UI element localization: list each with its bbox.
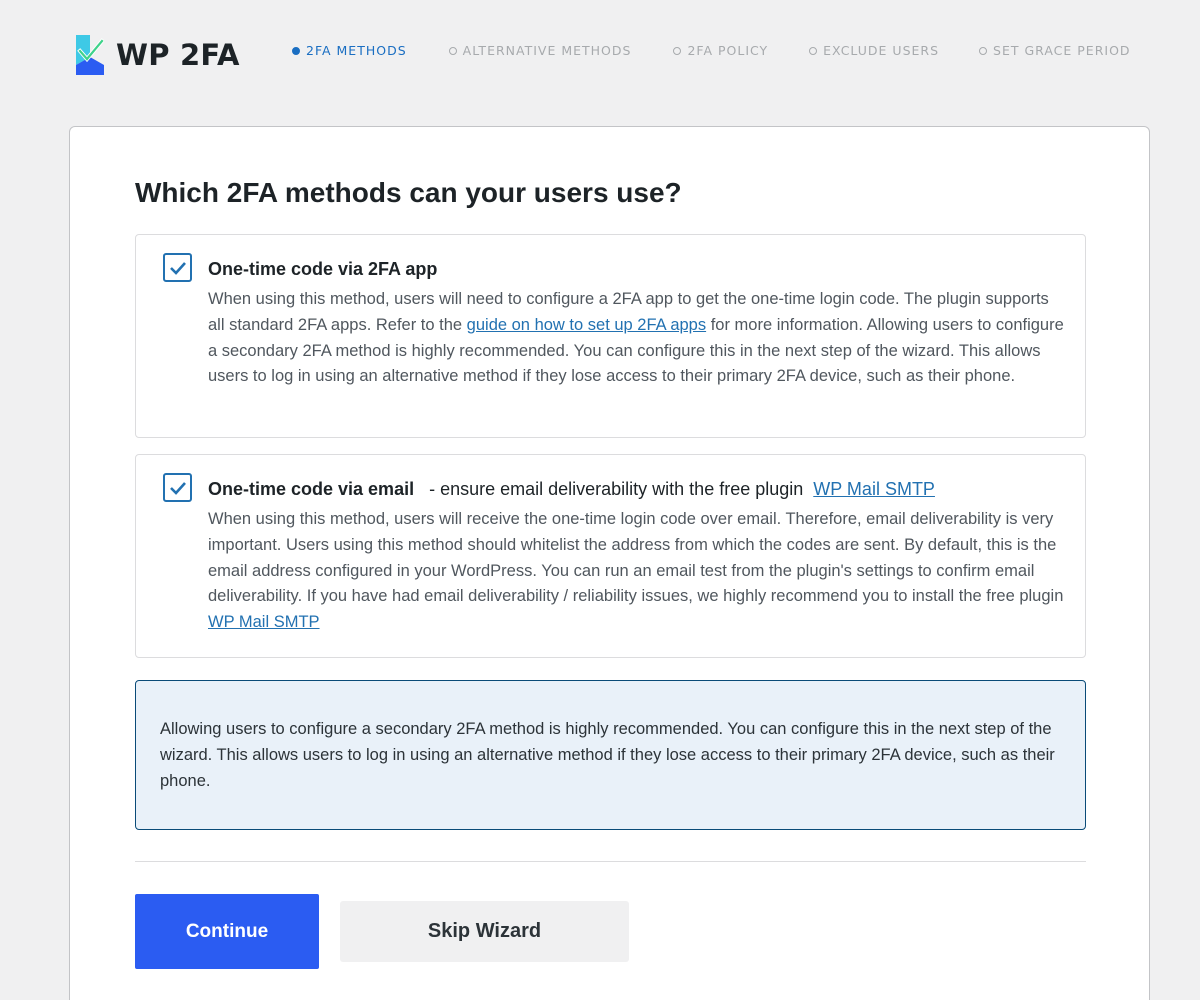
method-description-text: When using this method, users will recei… <box>208 510 1064 606</box>
method-description: When using this method, users will need … <box>208 287 1068 390</box>
step-set-grace-period[interactable]: SET GRACE PERIOD <box>979 43 1131 58</box>
step-exclude-users[interactable]: EXCLUDE USERS <box>809 43 939 58</box>
step-label: 2FA METHODS <box>306 43 407 58</box>
wp2fa-logo-icon <box>76 35 104 75</box>
checkmark-icon <box>169 261 186 275</box>
wizard-card: Which 2FA methods can your users use? On… <box>69 126 1150 1000</box>
step-label: SET GRACE PERIOD <box>993 43 1131 58</box>
dot-icon <box>979 46 988 55</box>
method-title-text: One-time code via email <box>208 479 415 499</box>
dot-icon <box>673 46 682 55</box>
info-notice: Allowing users to configure a secondary … <box>135 680 1086 830</box>
dot-icon <box>448 46 457 55</box>
logo-text: WP 2FA <box>116 38 240 72</box>
step-label: ALTERNATIVE METHODS <box>462 43 632 58</box>
dot-icon <box>292 46 300 55</box>
step-2fa-methods[interactable]: 2FA METHODS <box>292 43 407 58</box>
checkmark-icon <box>169 481 186 495</box>
method-option-email: One-time code via email - ensure email d… <box>135 454 1086 658</box>
step-alternative-methods[interactable]: ALTERNATIVE METHODS <box>448 43 632 58</box>
divider <box>135 861 1086 862</box>
method-option-2fa-app: One-time code via 2FA app When using thi… <box>135 234 1086 438</box>
wp-mail-smtp-link[interactable]: WP Mail SMTP <box>208 613 320 631</box>
step-2fa-policy[interactable]: 2FA POLICY <box>673 43 768 58</box>
method-title: One-time code via email - ensure email d… <box>208 479 935 500</box>
method-title-suffix: - ensure email deliverability with the f… <box>424 479 804 499</box>
logo: WP 2FA <box>76 34 240 76</box>
step-label: 2FA POLICY <box>687 43 769 58</box>
page-title: Which 2FA methods can your users use? <box>135 177 682 208</box>
wizard-steps: 2FA METHODS ALTERNATIVE METHODS 2FA POLI… <box>292 43 1140 58</box>
dot-icon <box>809 46 818 55</box>
skip-wizard-button[interactable]: Skip Wizard <box>340 901 629 962</box>
method-checkbox-2fa-app[interactable] <box>163 253 192 282</box>
method-description: When using this method, users will recei… <box>208 507 1068 636</box>
header: WP 2FA 2FA METHODS ALTERNATIVE METHODS 2… <box>0 0 1200 110</box>
wp-mail-smtp-link[interactable]: WP Mail SMTP <box>813 479 935 499</box>
step-label: EXCLUDE USERS <box>823 43 940 58</box>
guide-link[interactable]: guide on how to set up 2FA apps <box>467 316 706 334</box>
method-checkbox-email[interactable] <box>163 473 192 502</box>
method-title: One-time code via 2FA app <box>208 259 438 279</box>
continue-button[interactable]: Continue <box>135 894 319 969</box>
